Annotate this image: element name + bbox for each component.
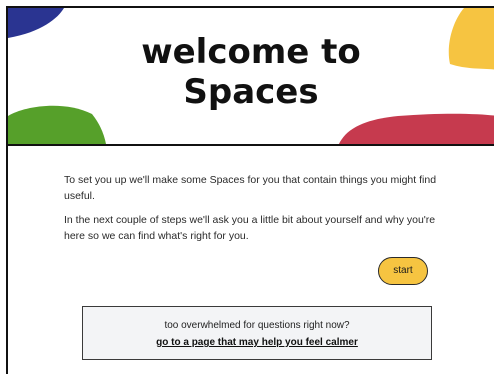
page-title-line-2: Spaces xyxy=(183,72,319,112)
calm-question-text: too overwhelmed for questions right now? xyxy=(164,320,350,331)
intro-paragraph-2: In the next couple of steps we'll ask yo… xyxy=(64,214,436,242)
welcome-hero: welcome to Spaces xyxy=(8,8,494,146)
intro-content: To set you up we'll make some Spaces for… xyxy=(8,146,494,374)
intro-paragraph-1: To set you up we'll make some Spaces for… xyxy=(64,174,437,202)
page-frame: welcome to Spaces To set you up we'll ma… xyxy=(6,6,494,374)
calm-page-box: too overwhelmed for questions right now?… xyxy=(82,306,432,360)
calm-page-link[interactable]: go to a page that may help you feel calm… xyxy=(156,336,358,349)
page-title: welcome to Spaces xyxy=(8,32,494,112)
red-blob-decoration xyxy=(339,113,494,144)
start-button[interactable]: start xyxy=(378,257,428,285)
page-title-line-1: welcome to xyxy=(141,32,361,72)
